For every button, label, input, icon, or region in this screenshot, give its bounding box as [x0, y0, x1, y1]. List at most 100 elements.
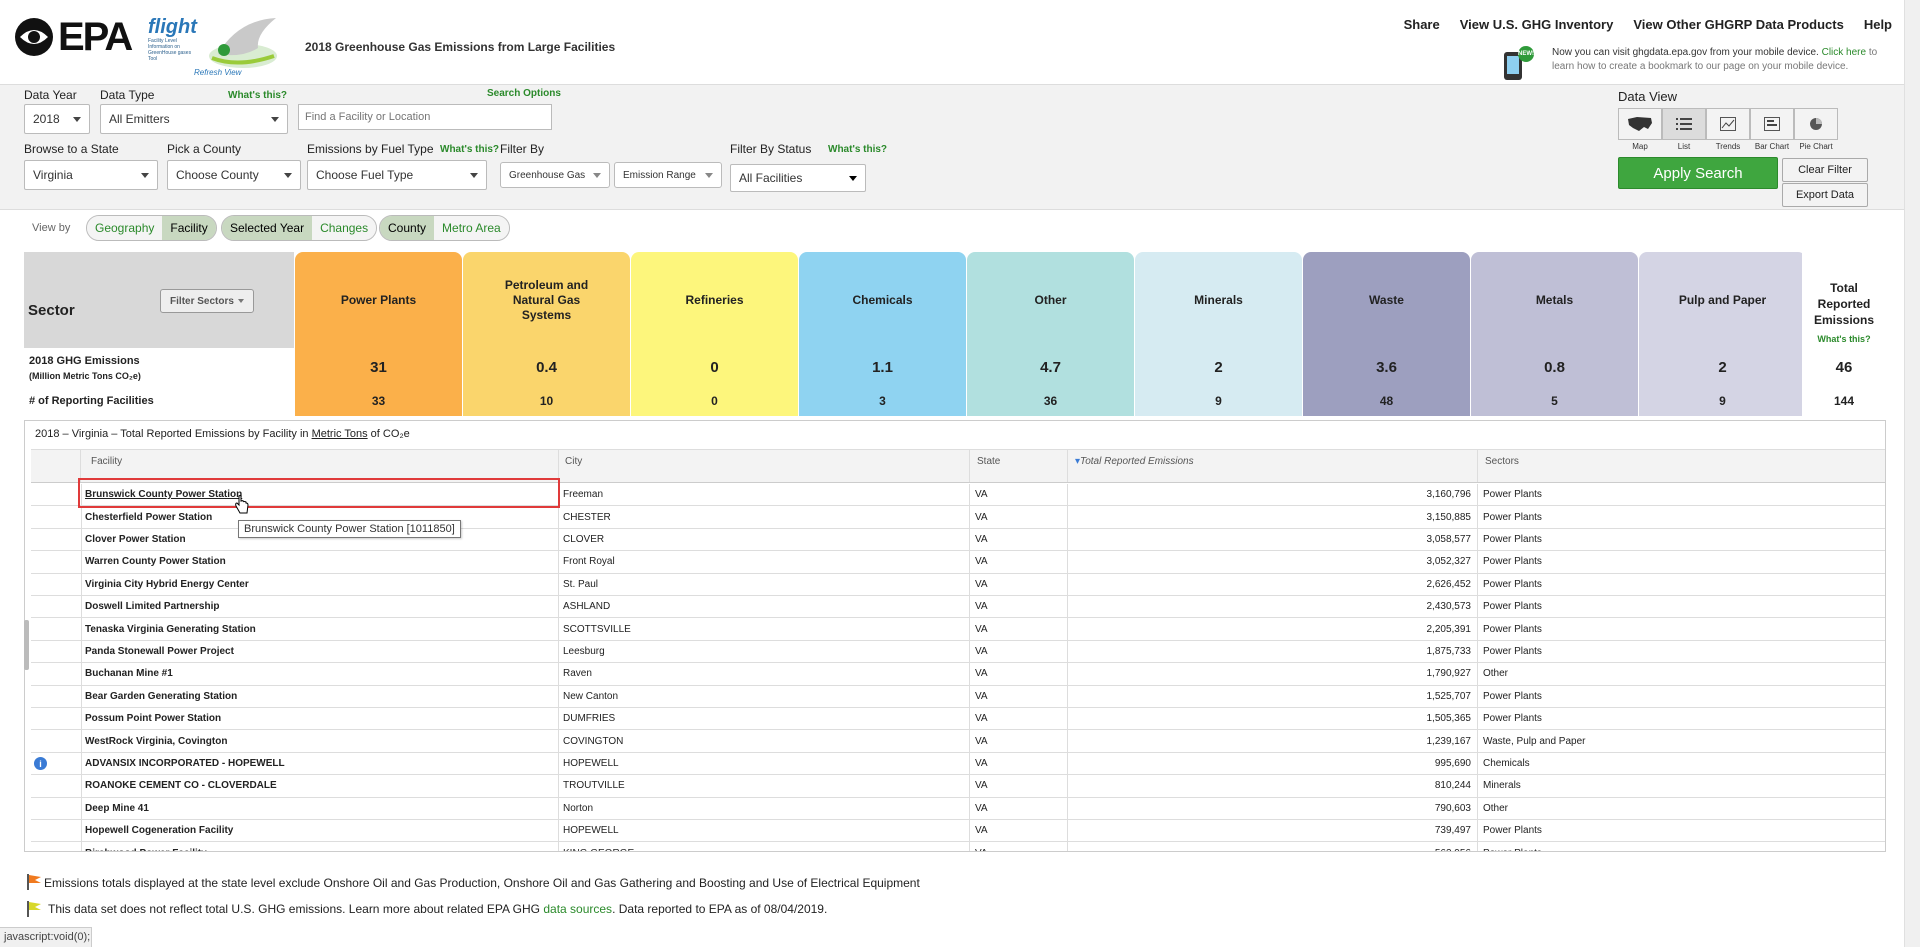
- facility-link[interactable]: Hopewell Cogeneration Facility: [85, 820, 233, 841]
- facility-link[interactable]: Virginia City Hybrid Energy Center: [85, 574, 249, 595]
- facility-link[interactable]: Chesterfield Power Station: [85, 506, 212, 527]
- geography-facility-toggle[interactable]: Geography Facility: [86, 215, 217, 241]
- sector-emissions: 31: [370, 358, 387, 376]
- list-icon: [1676, 118, 1692, 130]
- table-row[interactable]: Tenaska Virginia Generating Station SCOTT…: [31, 618, 1885, 641]
- table-row[interactable]: ADVANSIX INCORPORATED - HOPEWELL HOPEWELL…: [31, 752, 1885, 776]
- emissions-cell: 1,875,733: [1426, 645, 1472, 657]
- data-year-select[interactable]: 2018: [24, 104, 90, 134]
- total-whats-this[interactable]: What's this?: [1802, 334, 1886, 344]
- state-cell: VA: [975, 556, 988, 568]
- sector-title: Sector: [28, 302, 75, 319]
- facility-link[interactable]: Deep Mine 41: [85, 798, 149, 819]
- ghg-inventory-link[interactable]: View U.S. GHG Inventory: [1460, 17, 1614, 32]
- facility-link[interactable]: ADVANSIX INCORPORATED - HOPEWELL: [85, 753, 285, 774]
- sector-column[interactable]: Other 4.7 36: [967, 252, 1134, 416]
- click-here-link[interactable]: Click here: [1822, 47, 1866, 58]
- facility-link[interactable]: Birchwood Power Facility: [85, 842, 207, 851]
- table-row[interactable]: WestRock Virginia, Covington COVINGTON VA 1…: [31, 730, 1885, 753]
- year-changes-toggle[interactable]: Selected Year Changes: [221, 215, 378, 241]
- metro-area-option[interactable]: Metro Area: [434, 216, 509, 240]
- sector-column[interactable]: Waste 3.6 48: [1303, 252, 1470, 416]
- status-whats-this[interactable]: What's this?: [828, 144, 887, 155]
- table-row[interactable]: Birchwood Power Facility KING GEORGE VA 562…: [31, 842, 1885, 851]
- state-cell: VA: [975, 645, 988, 657]
- sector-facility-count: 48: [1379, 394, 1394, 408]
- fuel-select[interactable]: Choose Fuel Type: [307, 160, 487, 190]
- sector-column[interactable]: Refineries 0 0: [631, 252, 798, 416]
- export-data-button[interactable]: Export Data: [1782, 183, 1868, 207]
- apply-search-button[interactable]: Apply Search: [1618, 157, 1778, 189]
- table-row[interactable]: Deep Mine 41 Norton VA 790,603 Other: [31, 797, 1885, 820]
- trends-view-button[interactable]: [1706, 108, 1750, 140]
- facility-search-input[interactable]: [298, 104, 552, 130]
- facility-link[interactable]: WestRock Virginia, Covington: [85, 730, 227, 751]
- table-row[interactable]: Buchanan Mine #1 Raven VA 1,790,927 Other: [31, 663, 1885, 686]
- facility-link[interactable]: Bear Garden Generating Station: [85, 686, 237, 707]
- table-row[interactable]: Panda Stonewall Power Project Leesburg VA 1…: [31, 640, 1885, 664]
- facility-link[interactable]: Panda Stonewall Power Project: [85, 641, 234, 662]
- table-row[interactable]: ROANOKE CEMENT CO - CLOVERDALE TROUTVILLE…: [31, 775, 1885, 798]
- table-row[interactable]: Doswell Limited Partnership ASHLAND VA 2,43…: [31, 596, 1885, 619]
- sector-facility-count: 10: [539, 394, 554, 408]
- help-link[interactable]: Help: [1864, 17, 1892, 32]
- info-icon[interactable]: i: [34, 757, 47, 770]
- changes-option[interactable]: Changes: [312, 216, 377, 240]
- facility-link[interactable]: Doswell Limited Partnership: [85, 596, 219, 617]
- county-option[interactable]: County: [380, 216, 435, 240]
- sector-column[interactable]: Petroleum and Natural Gas Systems 0.4 10: [463, 252, 630, 416]
- sector-column[interactable]: Chemicals 1.1 3: [799, 252, 966, 416]
- greenhouse-gas-dropdown[interactable]: Greenhouse Gas: [500, 162, 610, 188]
- emission-range-dropdown[interactable]: Emission Range: [614, 162, 722, 188]
- state-cell: VA: [975, 690, 988, 702]
- county-select[interactable]: Choose County: [167, 160, 301, 190]
- sector-column[interactable]: Pulp and Paper 2 9: [1639, 252, 1806, 416]
- sector-column[interactable]: Power Plants 31 33: [295, 252, 462, 416]
- yellow-flag-icon: [27, 901, 41, 917]
- refresh-view-link[interactable]: Refresh View: [194, 68, 241, 77]
- facility-link[interactable]: Warren County Power Station: [85, 551, 226, 572]
- bar-chart-view-button[interactable]: [1750, 108, 1794, 140]
- table-row[interactable]: Warren County Power Station Front Royal VA…: [31, 551, 1885, 574]
- table-row[interactable]: Hopewell Cogeneration Facility HOPEWELL VA…: [31, 820, 1885, 843]
- facility-link[interactable]: Possum Point Power Station: [85, 708, 221, 729]
- facility-link[interactable]: Tenaska Virginia Generating Station: [85, 618, 256, 639]
- sector-column[interactable]: Metals 0.8 5: [1471, 252, 1638, 416]
- state-select[interactable]: Virginia: [24, 160, 158, 190]
- emissions-cell: 1,525,707: [1426, 690, 1472, 702]
- page-scrollbar[interactable]: [1904, 0, 1920, 947]
- clear-filter-button[interactable]: Clear Filter: [1782, 158, 1868, 182]
- facility-link[interactable]: ROANOKE CEMENT CO - CLOVERDALE: [85, 775, 277, 796]
- list-view-button[interactable]: [1662, 108, 1706, 140]
- facility-link[interactable]: Clover Power Station: [85, 529, 186, 550]
- table-scrollbar[interactable]: [24, 620, 29, 670]
- state-cell: VA: [975, 842, 988, 851]
- data-year-label: Data Year: [24, 88, 77, 102]
- county-label: Pick a County: [167, 142, 242, 156]
- facility-link[interactable]: Buchanan Mine #1: [85, 663, 173, 684]
- flight-logo[interactable]: flight Facility Level Information on Gre…: [146, 16, 296, 78]
- table-row[interactable]: Virginia City Hybrid Energy Center St. Pa…: [31, 573, 1885, 596]
- geography-option[interactable]: Geography: [87, 216, 163, 240]
- table-row[interactable]: Possum Point Power Station DUMFRIES VA 1,50…: [31, 708, 1885, 731]
- filter-sectors-button[interactable]: Filter Sectors: [160, 289, 254, 313]
- other-products-link[interactable]: View Other GHGRP Data Products: [1633, 17, 1843, 32]
- status-select[interactable]: All Facilities: [730, 164, 866, 192]
- epa-logo[interactable]: EPA: [14, 15, 133, 59]
- sector-emissions: 0.4: [536, 358, 557, 376]
- county-metro-toggle[interactable]: County Metro Area: [379, 215, 510, 241]
- facility-option[interactable]: Facility: [162, 216, 216, 240]
- emissions-cell: 3,052,327: [1426, 556, 1472, 568]
- map-view-button[interactable]: [1618, 108, 1662, 140]
- data-type-select[interactable]: All Emitters: [100, 104, 288, 134]
- search-options-link[interactable]: Search Options: [487, 88, 561, 99]
- data-type-whats-this[interactable]: What's this?: [228, 90, 287, 101]
- sector-column[interactable]: Minerals 2 9: [1135, 252, 1302, 416]
- fuel-whats-this[interactable]: What's this?: [440, 144, 499, 155]
- pie-chart-view-button[interactable]: [1794, 108, 1838, 140]
- share-link[interactable]: Share: [1404, 17, 1440, 32]
- table-row[interactable]: Bear Garden Generating Station New Canton…: [31, 685, 1885, 708]
- data-sources-link[interactable]: data sources: [543, 902, 612, 916]
- chevron-down-icon: [470, 172, 478, 178]
- selected-year-option[interactable]: Selected Year: [222, 216, 313, 240]
